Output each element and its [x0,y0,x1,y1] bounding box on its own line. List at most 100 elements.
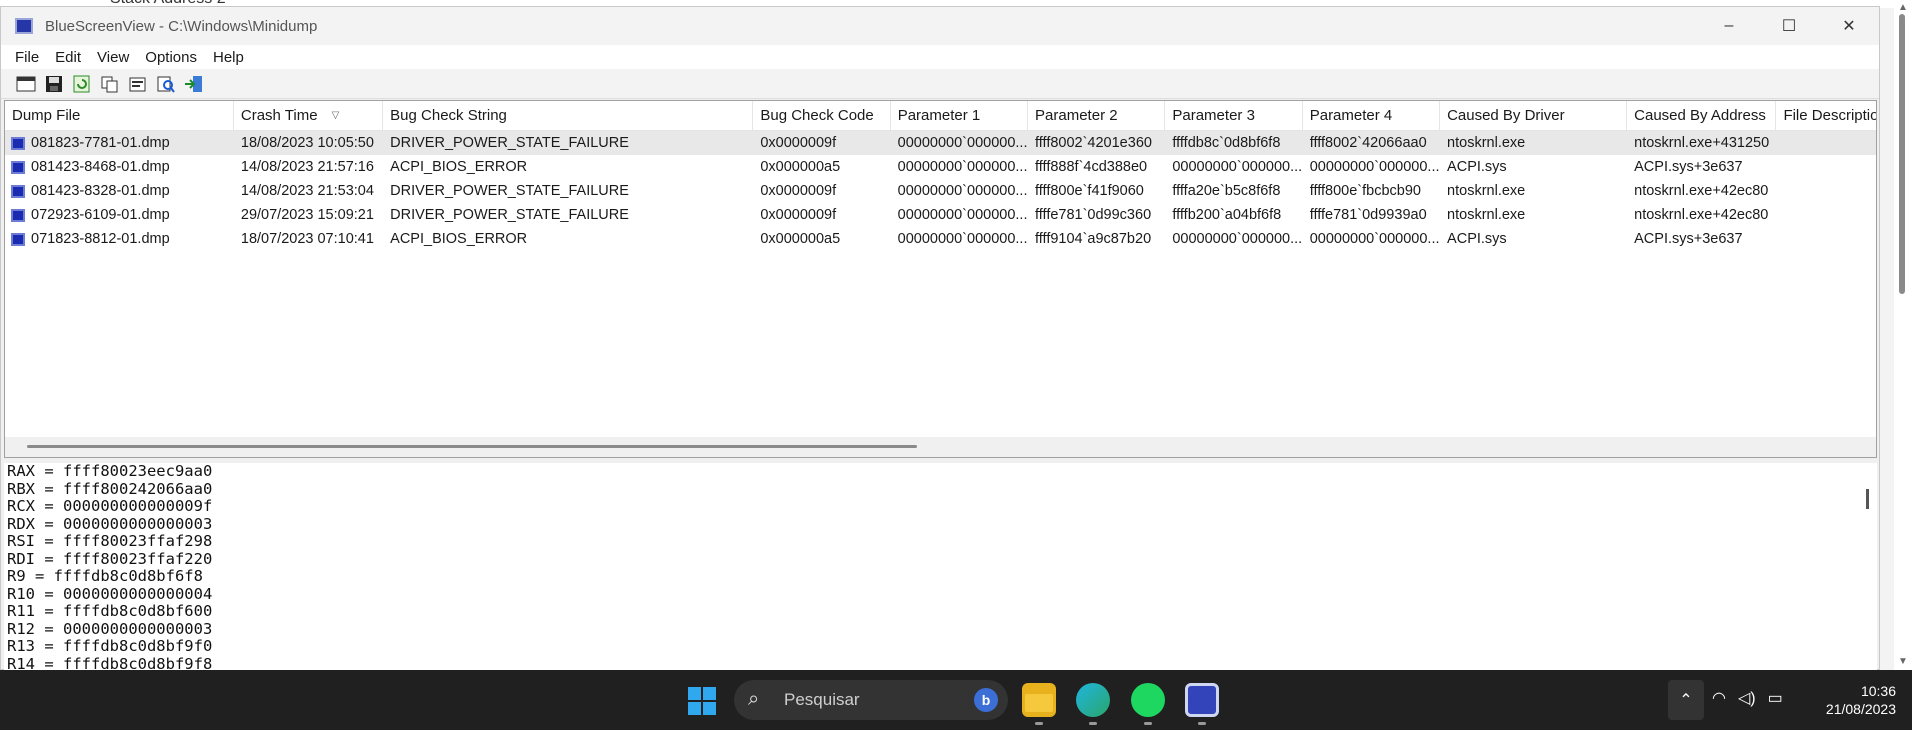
cell-bug-check-string: DRIVER_POWER_STATE_FAILURE [390,207,629,223]
cell-parameter-1: 00000000`000000... [897,159,1028,175]
sort-descending-icon: ▽ [331,110,340,121]
register-line: R9 = ffffdb8c0d8bf6f8 [7,567,203,585]
register-line: R14 = ffffdb8c0d8bf9f8 [7,654,213,670]
cell-text: 071823-8812-01.dmp [31,231,170,247]
window-vertical-scrollbar[interactable]: ▲ ▼ [1894,0,1912,670]
list-rows: 081823-7781-01.dmp 18/08/2023 10:05:50 DRI… [5,131,1876,251]
close-button[interactable]: ✕ [1819,7,1879,45]
cell-crash-time: 18/08/2023 10:05:50 [240,135,374,151]
menu-bar: File Edit View Options Help [1,45,1879,69]
html-report-icon[interactable] [15,74,37,94]
horizontal-scroll-thumb[interactable] [27,445,917,448]
table-row[interactable]: 072923-6109-01.dmp 29/07/2023 15:09:21 DRI… [5,203,1876,227]
properties-icon[interactable] [127,74,149,94]
cell-bug-check-code: 0x000000a5 [760,231,841,247]
col-parameter-3[interactable]: Parameter 3 [1165,101,1303,130]
cell-parameter-3: 00000000`000000... [1172,231,1303,247]
list-header: Dump File Crash Time ▽ Bug Check String B… [5,101,1876,131]
save-icon[interactable] [43,74,65,94]
cell-caused-by-address: ntoskrnl.exe+431250 [1634,135,1770,151]
cell-caused-by-driver: ntoskrnl.exe [1447,207,1526,223]
wifi-icon[interactable]: ◠ [1712,688,1726,708]
dump-file-icon [11,232,25,246]
taskbar: ⌕ Pesquisar b ⌃ ◠ ◁) ▭ 10:36 21/08/2023 [0,670,1912,730]
register-scroll-thumb[interactable] [1866,489,1869,509]
title-bar[interactable]: BlueScreenView - C:\Windows\Minidump – ☐… [1,7,1879,45]
cell-parameter-1: 00000000`000000... [897,231,1028,247]
app-icon [15,18,33,34]
tray-chevron-icon[interactable]: ⌃ [1668,680,1704,720]
vertical-scroll-thumb[interactable] [1899,14,1905,294]
register-line: R11 = ffffdb8c0d8bf600 [7,602,213,620]
register-pane[interactable]: RAX = ffff80023eec9aa0 RBX = ffff80024206… [4,463,1877,670]
file-explorer-icon[interactable] [1022,683,1056,717]
col-dump-file[interactable]: Dump File [5,101,234,130]
table-row[interactable]: 081823-7781-01.dmp 18/08/2023 10:05:50 DRI… [5,131,1876,155]
search-placeholder: Pesquisar [784,690,860,709]
cell-text: 081423-8468-01.dmp [31,159,170,175]
copy-icon[interactable] [99,74,121,94]
col-parameter-4[interactable]: Parameter 4 [1303,101,1441,130]
menu-edit[interactable]: Edit [47,49,89,66]
find-icon[interactable] [155,74,177,94]
taskbar-clock[interactable]: 10:36 21/08/2023 [1808,682,1896,718]
cell-crash-time: 14/08/2023 21:57:16 [240,159,374,175]
cell-parameter-2: ffff9104`a9c87b20 [1035,231,1152,247]
cell-bug-check-code: 0x000000a5 [760,159,841,175]
refresh-icon[interactable] [71,74,93,94]
table-row[interactable]: 081423-8328-01.dmp 14/08/2023 21:53:04 DRI… [5,179,1876,203]
register-line: RAX = ffff80023eec9aa0 [7,463,213,480]
cell-bug-check-code: 0x0000009f [760,207,837,223]
bluescreenview-icon[interactable] [1185,683,1219,717]
menu-view[interactable]: View [89,49,137,66]
exit-icon[interactable] [183,74,205,94]
cell-parameter-4: 00000000`000000... [1309,231,1440,247]
maximize-button[interactable]: ☐ [1759,7,1819,45]
menu-help[interactable]: Help [205,49,252,66]
col-parameter-2[interactable]: Parameter 2 [1028,101,1166,130]
col-caused-by-driver[interactable]: Caused By Driver [1440,101,1628,130]
start-button[interactable] [688,687,716,715]
dump-file-icon [11,160,25,174]
table-row[interactable]: 081423-8468-01.dmp 14/08/2023 21:57:16 ACP… [5,155,1876,179]
col-caused-by-address[interactable]: Caused By Address [1627,101,1777,130]
spotify-indicator [1144,722,1152,725]
bing-icon[interactable]: b [974,688,998,712]
crash-dump-list[interactable]: Dump File Crash Time ▽ Bug Check String B… [4,100,1877,458]
cell-crash-time: 14/08/2023 21:53:04 [240,183,374,199]
cell-parameter-3: ffffdb8c`0d8bf6f8 [1172,135,1281,151]
register-line: R13 = ffffdb8c0d8bf9f0 [7,637,213,655]
cell-parameter-2: ffffe781`0d99c360 [1035,207,1152,223]
col-file-description[interactable]: File Descriptio [1776,101,1876,130]
cell-bug-check-string: DRIVER_POWER_STATE_FAILURE [390,183,629,199]
col-bug-check-code[interactable]: Bug Check Code [753,101,891,130]
menu-file[interactable]: File [7,49,47,66]
edge-indicator [1089,722,1097,725]
battery-icon[interactable]: ▭ [1768,688,1783,708]
cell-bug-check-string: ACPI_BIOS_ERROR [390,159,528,175]
table-row[interactable]: 071823-8812-01.dmp 18/07/2023 07:10:41 ACP… [5,227,1876,251]
register-line: RBX = ffff800242066aa0 [7,479,213,498]
cell-bug-check-code: 0x0000009f [760,135,837,151]
edge-icon[interactable] [1076,683,1110,717]
taskbar-search[interactable]: ⌕ Pesquisar b [734,680,1008,720]
menu-options[interactable]: Options [137,49,205,66]
cell-text: 072923-6109-01.dmp [31,207,170,223]
col-crash-time-label: Crash Time [240,107,318,124]
minimize-button[interactable]: – [1699,7,1759,45]
col-parameter-1[interactable]: Parameter 1 [891,101,1029,130]
scroll-down-icon[interactable]: ▼ [1898,656,1908,667]
register-pane-scrollbar[interactable] [1859,463,1877,670]
volume-icon[interactable]: ◁) [1738,688,1756,708]
cell-parameter-1: 00000000`000000... [897,135,1028,151]
cell-caused-by-driver: ntoskrnl.exe [1447,135,1526,151]
col-crash-time[interactable]: Crash Time ▽ [234,101,384,130]
cell-caused-by-driver: ntoskrnl.exe [1447,183,1526,199]
cell-parameter-4: ffff8002`42066aa0 [1309,135,1427,151]
register-line: RDX = 0000000000000003 [7,514,213,533]
scroll-up-icon[interactable]: ▲ [1898,2,1908,13]
spotify-icon[interactable] [1131,683,1165,717]
cell-dump-file: 071823-8812-01.dmp [5,231,234,247]
horizontal-scrollbar[interactable] [5,437,1876,457]
col-bug-check-string[interactable]: Bug Check String [383,101,754,130]
